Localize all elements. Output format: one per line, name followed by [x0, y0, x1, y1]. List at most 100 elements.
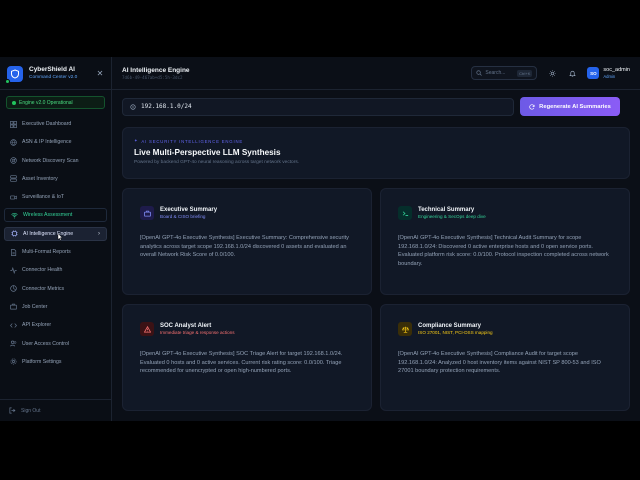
scale-icon [398, 322, 412, 336]
brand-title: CyberShield AI [29, 66, 75, 73]
main-content: AI Intelligence Engine 7d6b-49-467ab+d5:… [112, 57, 640, 421]
sidebar-item-asset-inventory[interactable]: Asset Inventory [4, 172, 107, 186]
sidebar-item-label: Job Center [22, 303, 48, 310]
camera-icon [9, 193, 17, 201]
sidebar-item-label: API Explorer [22, 322, 52, 329]
sidebar-item-label: Executive Dashboard [22, 121, 72, 127]
code-icon [9, 321, 17, 329]
technical-summary-card: Technical Summary Engineering & SecOps d… [380, 188, 630, 295]
sidebar-item-surveillance-iot[interactable]: Surveillance & IoT [4, 190, 107, 204]
gear-icon [9, 358, 17, 366]
theme-toggle-sun-icon[interactable] [547, 68, 557, 78]
sidebar-item-label: Network Discovery Scan [22, 157, 79, 164]
sidebar-item-label: Surveillance & IoT [22, 194, 65, 201]
status-dot-icon [12, 100, 16, 105]
sidebar-item-label: ASN & IP Intelligence [22, 139, 72, 146]
notification-bell-icon[interactable] [567, 68, 577, 78]
chart-icon [9, 285, 17, 293]
sign-out-label: Sign Out [21, 407, 41, 414]
target-scope-input[interactable]: 192.168.1.0/24 [122, 97, 514, 116]
brand-header: CyberShield AI Command Center v2.0 ✕ [0, 57, 111, 90]
user-name: soc_admin [603, 67, 630, 73]
regenerate-summaries-button[interactable]: Regenerate AI Summaries [520, 97, 620, 116]
engine-status-badge: Engine v2.0 Operational [6, 96, 105, 109]
sidebar-item-connector-metrics[interactable]: Connector Metrics [4, 282, 107, 296]
card-body: [OpenAI GPT-4o Executive Synthesis] Exec… [140, 235, 349, 258]
sidebar-item-ai-intelligence[interactable]: AI Intelligence Engine › [4, 226, 107, 241]
alert-triangle-icon [140, 322, 154, 336]
card-subtitle: Engineering & SecOps deep dive [418, 213, 486, 219]
refresh-icon [529, 103, 535, 110]
sidebar-item-label: Connector Metrics [22, 285, 65, 292]
card-subtitle: Board & CISO briefing [160, 213, 206, 219]
online-indicator [5, 78, 10, 84]
card-title: Executive Summary [160, 206, 218, 213]
shield-logo-icon [5, 65, 23, 84]
sidebar-item-label: AI Intelligence Engine [23, 230, 74, 237]
close-sidebar-icon[interactable]: ✕ [96, 69, 104, 78]
session-id: 7d6b-49-467ab+d5:5h-3dc2 [122, 75, 183, 80]
hero-description: Powered by backend GPT-4o neural reasoni… [134, 160, 300, 165]
radar-icon [9, 157, 17, 165]
search-placeholder: Search... [485, 70, 506, 76]
cpu-icon [10, 230, 18, 238]
page-title: AI Intelligence Engine [122, 67, 190, 74]
search-icon [476, 70, 483, 76]
regenerate-label: Regenerate AI Summaries [539, 103, 611, 110]
sidebar-item-label: User Access Control [22, 340, 69, 347]
top-bar: AI Intelligence Engine 7d6b-49-467ab+d5:… [112, 57, 640, 90]
card-body: [OpenAI GPT-4o Executive Synthesis] Comp… [398, 351, 601, 374]
card-subtitle: Immediate triage & response actions [160, 329, 235, 335]
card-body: [OpenAI GPT-4o Executive Synthesis] SOC … [140, 351, 343, 374]
sidebar: CyberShield AI Command Center v2.0 ✕ Eng… [0, 57, 112, 421]
sidebar-item-connector-health[interactable]: Connector Health [4, 263, 107, 277]
compliance-summary-card: Compliance Summary ISO 27001, NIST, PCI-… [380, 304, 630, 411]
chevron-right-icon: › [98, 230, 100, 237]
engine-status-text: Engine v2.0 Operational [19, 99, 73, 106]
search-input[interactable]: Search... Ctrl+K [471, 66, 538, 80]
wifi-icon [10, 211, 18, 219]
sidebar-item-label: Platform Settings [22, 358, 62, 365]
card-title: SOC Analyst Alert [160, 322, 212, 329]
globe-icon [9, 138, 17, 146]
user-role: Admin [603, 74, 616, 79]
sparkle-icon: ✦ [134, 138, 139, 143]
sidebar-item-network-discovery[interactable]: Network Discovery Scan [4, 154, 107, 168]
sidebar-item-label: Wireless Assessment [23, 212, 73, 219]
sidebar-item-label: Connector Health [22, 267, 63, 274]
sidebar-item-api-explorer[interactable]: API Explorer [4, 318, 107, 332]
card-title: Compliance Summary [418, 322, 482, 329]
users-icon [9, 340, 17, 348]
terminal-icon [398, 206, 412, 220]
user-menu[interactable]: SO soc_admin Admin [587, 67, 630, 79]
sidebar-item-platform-settings[interactable]: Platform Settings [4, 355, 107, 369]
app-window: CyberShield AI Command Center v2.0 ✕ Eng… [0, 57, 640, 421]
sidebar-item-wireless-assessment[interactable]: Wireless Assessment [4, 208, 107, 223]
target-row: 192.168.1.0/24 Regenerate AI Summaries [122, 97, 620, 116]
soc-analyst-alert-card: SOC Analyst Alert Immediate triage & res… [122, 304, 372, 411]
sign-out-button[interactable]: Sign Out [0, 399, 111, 421]
server-icon [9, 175, 17, 183]
sidebar-item-asn-ip[interactable]: ASN & IP Intelligence [4, 135, 107, 149]
sidebar-item-job-center[interactable]: Job Center [4, 300, 107, 314]
hero-eyebrow: ✦ AI SECURITY INTELLIGENCE ENGINE [134, 138, 618, 144]
card-subtitle: ISO 27001, NIST, PCI-DSS mapping [418, 329, 493, 335]
search-shortcut: Ctrl+K [517, 69, 533, 77]
sidebar-item-user-access-control[interactable]: User Access Control [4, 337, 107, 351]
sidebar-item-label: Asset Inventory [22, 175, 58, 182]
sidebar-nav: Executive Dashboard ASN & IP Intelligenc… [0, 117, 111, 369]
target-crosshair-icon [130, 103, 136, 110]
briefcase-icon [140, 206, 154, 220]
hero-title: Live Multi-Perspective LLM Synthesis [134, 148, 281, 157]
dashboard-icon [9, 120, 17, 128]
sidebar-item-multi-format-reports[interactable]: Multi-Format Reports [4, 245, 107, 259]
sidebar-item-label: Multi-Format Reports [22, 249, 71, 256]
sidebar-item-executive-dashboard[interactable]: Executive Dashboard [4, 117, 107, 131]
card-body: [OpenAI GPT-4o Executive Synthesis] Tech… [398, 235, 609, 267]
brand-subtitle: Command Center v2.0 [29, 75, 78, 80]
executive-summary-card: Executive Summary Board & CISO briefing … [122, 188, 372, 295]
file-icon [9, 248, 17, 256]
target-scope-value: 192.168.1.0/24 [141, 103, 192, 110]
hero-panel: ✦ AI SECURITY INTELLIGENCE ENGINE Live M… [122, 127, 630, 179]
logout-icon [9, 407, 16, 414]
